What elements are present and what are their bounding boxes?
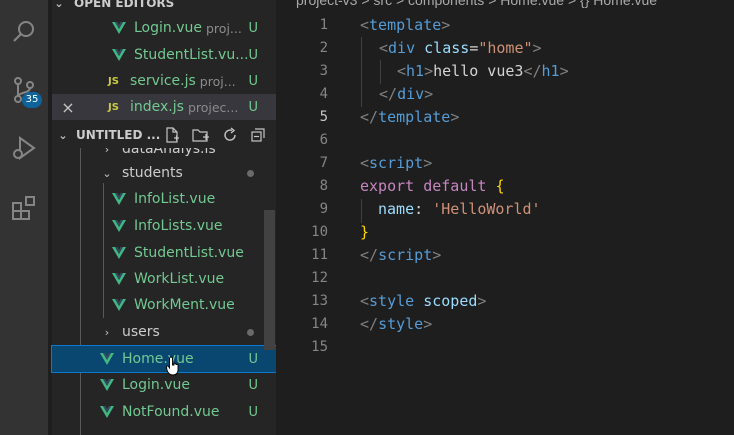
code-line: </script>	[360, 246, 442, 264]
code-line: export default {	[360, 177, 505, 195]
vue-file-icon	[112, 220, 126, 232]
open-editor-item[interactable]: × JS index.js projec... U	[52, 94, 276, 120]
vue-file-icon	[112, 22, 126, 34]
indent-guide	[361, 199, 362, 223]
line-number: 11	[311, 247, 328, 263]
workspace-header[interactable]: ⌄ UNTITLED ...	[52, 122, 276, 148]
search-icon[interactable]	[0, 8, 48, 56]
js-file-icon: JS	[108, 101, 119, 113]
code-line: <template>	[360, 16, 451, 34]
run-debug-icon[interactable]	[0, 124, 48, 172]
tree-file-selected[interactable]: Home.vue U	[51, 345, 277, 376]
code-line: <style scoped>	[360, 292, 487, 310]
line-number: 5	[319, 109, 328, 125]
code-line: <h1>hello vue3</h1>	[397, 62, 569, 80]
tree-file[interactable]: InfoLists.vue	[52, 213, 276, 239]
js-file-icon: JS	[108, 75, 119, 87]
new-folder-icon[interactable]	[192, 127, 210, 143]
close-icon[interactable]: ×	[52, 98, 84, 117]
line-number: 4	[319, 86, 328, 102]
chevron-down-icon: ⌄	[102, 166, 112, 180]
open-editors-header[interactable]: ⌄ OPEN EDITORS	[52, 0, 276, 16]
breadcrumb[interactable]: project-v3 > src > components > Home.vue…	[296, 0, 657, 8]
indent-guide	[380, 60, 381, 84]
line-number: 12	[311, 270, 328, 286]
tree-file[interactable]: WorkMent.vue	[52, 292, 276, 318]
code-line: }	[360, 223, 370, 241]
vue-file-icon	[112, 193, 126, 205]
new-file-icon[interactable]	[164, 127, 180, 143]
sidebar-scrollbar[interactable]	[264, 210, 275, 350]
tree-file[interactable]: Login.vue U	[52, 372, 276, 398]
code-line: </style>	[360, 315, 433, 333]
code-line: </div>	[379, 85, 434, 103]
open-editor-item[interactable]: Login.vue proj... U	[52, 15, 276, 41]
code-line: </template>	[360, 108, 460, 126]
line-number: 3	[319, 63, 328, 79]
line-number: 8	[319, 178, 328, 194]
line-number: 9	[319, 201, 328, 217]
vue-file-icon	[112, 247, 126, 259]
tree-file[interactable]: NotFound.vue U	[52, 399, 276, 425]
line-number: 13	[311, 293, 328, 309]
source-control-icon[interactable]	[0, 66, 48, 114]
vue-file-icon	[100, 406, 114, 418]
tree-folder[interactable]: ⌄ students	[52, 160, 276, 186]
open-editor-item[interactable]: StudentList.vu... U	[52, 42, 276, 68]
line-number: 1	[319, 17, 328, 33]
vue-file-icon	[112, 49, 126, 61]
code-line: name: 'HelloWorld'	[378, 200, 541, 218]
line-number: 15	[311, 339, 328, 355]
untracked-dot	[247, 329, 254, 336]
chevron-down-icon: ⌄	[54, 0, 64, 10]
vue-file-icon	[100, 353, 114, 365]
tree-folder[interactable]: › users	[52, 319, 276, 345]
code-line: <script>	[360, 154, 433, 172]
line-number: 6	[319, 132, 328, 148]
line-number: 10	[311, 224, 328, 240]
untracked-dot	[247, 170, 254, 177]
changes-badge: 35	[22, 92, 42, 108]
tree-file[interactable]: InfoList.vue	[52, 186, 276, 212]
line-number: 14	[311, 316, 328, 332]
vue-file-icon	[112, 273, 126, 285]
chevron-down-icon: ⌄	[58, 128, 68, 142]
tree-file[interactable]: WorkList.vue	[52, 266, 276, 292]
tree-file[interactable]: StudentList.vue	[52, 240, 276, 266]
chevron-right-icon: ›	[104, 325, 110, 339]
line-number: 2	[319, 40, 328, 56]
collapse-all-icon[interactable]	[250, 127, 266, 143]
refresh-icon[interactable]	[222, 127, 238, 143]
explorer-sidebar: ⌄ OPEN EDITORS Login.vue proj... U Stude…	[51, 0, 277, 435]
extensions-icon[interactable]	[0, 184, 48, 232]
code-editor[interactable]: project-v3 > src > components > Home.vue…	[276, 0, 734, 435]
line-number: 7	[319, 155, 328, 171]
open-editor-item[interactable]: JS service.js proj... U	[52, 68, 276, 94]
vue-file-icon	[100, 379, 114, 391]
indent-guide	[361, 37, 362, 107]
vue-file-icon	[112, 299, 126, 311]
code-line: <div class="home">	[379, 39, 542, 57]
activity-bar: 35	[0, 0, 48, 435]
